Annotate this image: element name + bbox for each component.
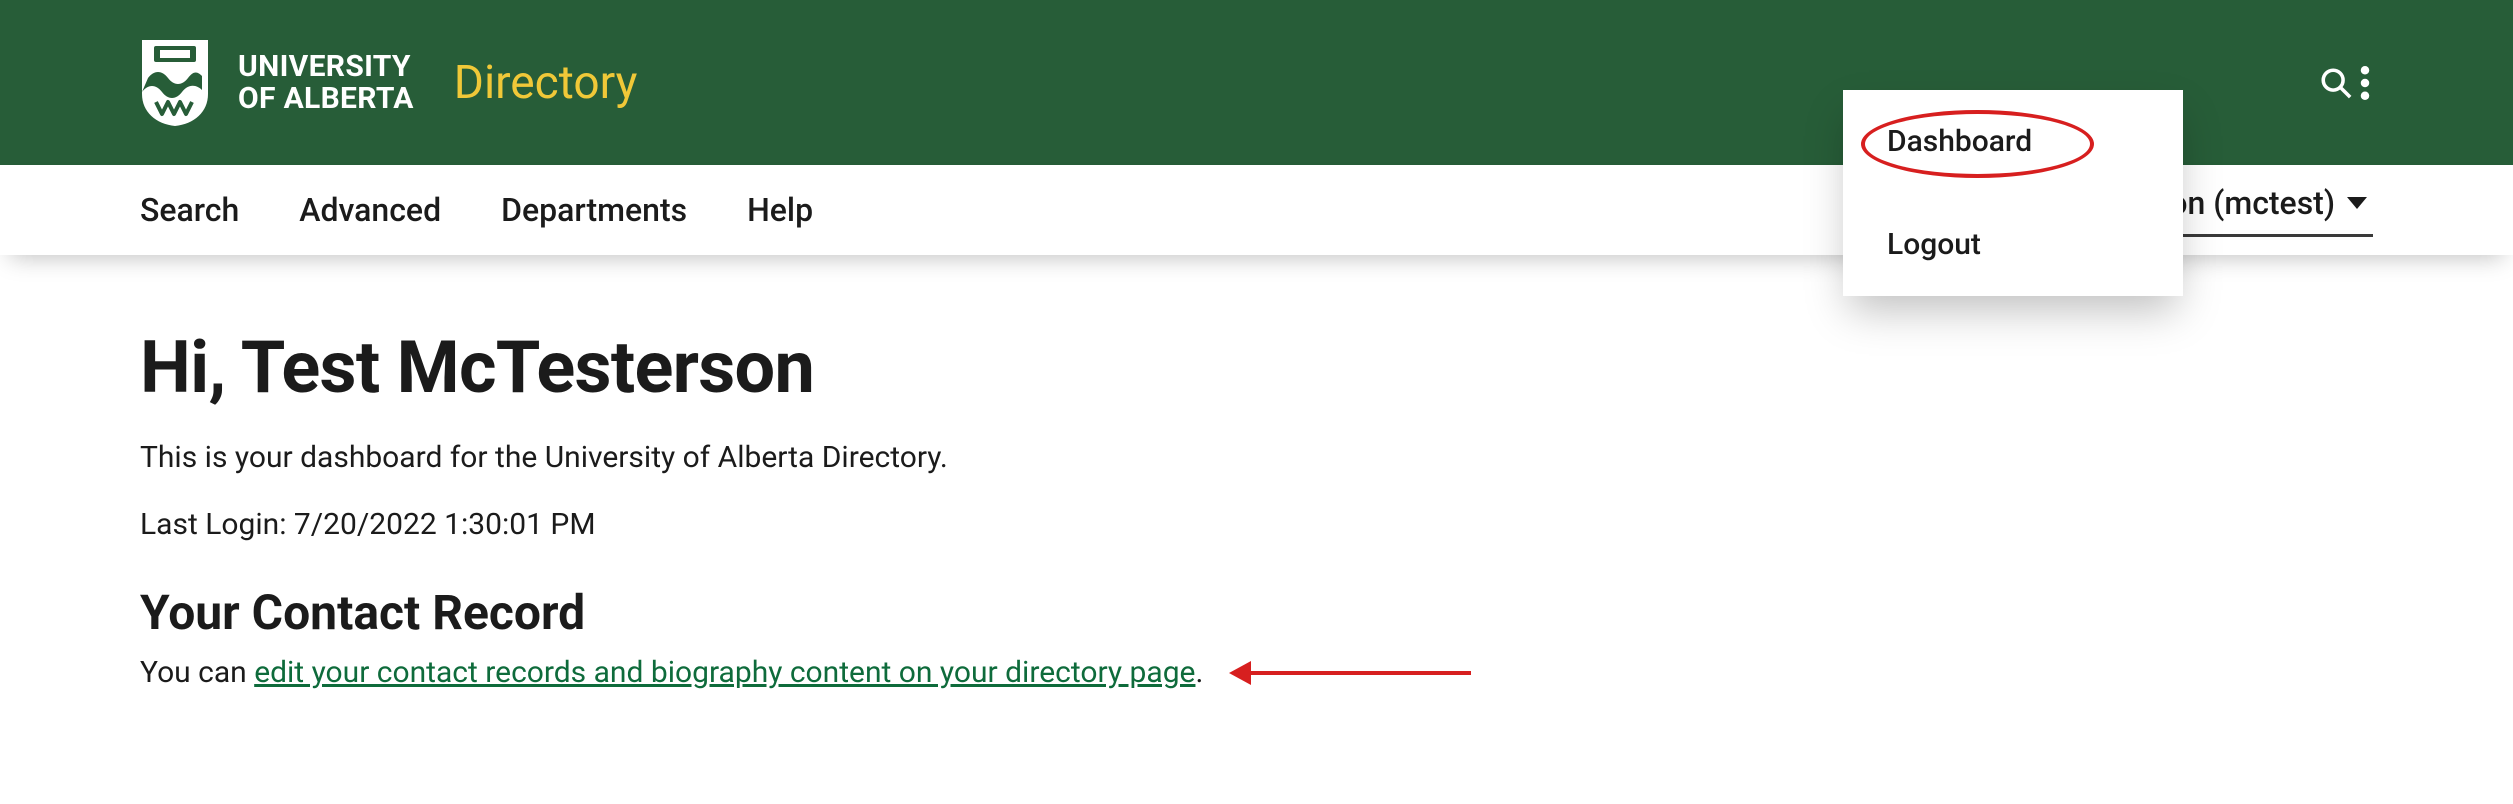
header-tools bbox=[2319, 66, 2373, 100]
page-intro: This is your dashboard for the Universit… bbox=[140, 440, 2373, 475]
arrow-head-icon bbox=[1229, 661, 1251, 685]
edit-contact-link[interactable]: edit your contact records and biography … bbox=[254, 655, 1195, 690]
dropdown-dashboard[interactable]: Dashboard bbox=[1843, 90, 2183, 193]
nav-help[interactable]: Help bbox=[747, 191, 813, 229]
page-content: Hi, Test McTesterson This is your dashbo… bbox=[0, 255, 2513, 690]
institution-name: UNIVERSITY OF ALBERTA bbox=[238, 51, 414, 114]
last-login: Last Login: 7/20/2022 1:30:01 PM bbox=[140, 507, 2373, 542]
record-suffix: . bbox=[1195, 655, 1203, 690]
last-login-value: 7/20/2022 1:30:01 PM bbox=[294, 507, 596, 542]
contact-record-line: You can edit your contact records and bi… bbox=[140, 655, 2373, 690]
user-dropdown: Dashboard Logout bbox=[1843, 90, 2183, 296]
arrow-line bbox=[1251, 671, 1471, 675]
uofa-shield-icon bbox=[140, 38, 210, 128]
search-icon[interactable] bbox=[2319, 66, 2353, 100]
brand-link[interactable]: UNIVERSITY OF ALBERTA bbox=[140, 38, 414, 128]
record-prefix: You can bbox=[140, 655, 254, 690]
contact-record-heading: Your Contact Record bbox=[140, 584, 2373, 641]
nav-search[interactable]: Search bbox=[140, 191, 239, 229]
chevron-down-icon bbox=[2347, 197, 2367, 209]
more-icon[interactable] bbox=[2357, 66, 2373, 100]
nav-left: Search Advanced Departments Help bbox=[140, 191, 813, 229]
app-title[interactable]: Directory bbox=[454, 56, 638, 110]
nav-advanced[interactable]: Advanced bbox=[299, 191, 441, 229]
last-login-label: Last Login: bbox=[140, 507, 294, 542]
page-title: Hi, Test McTesterson bbox=[140, 325, 2373, 410]
institution-line2: OF ALBERTA bbox=[238, 83, 414, 115]
nav-departments[interactable]: Departments bbox=[501, 191, 687, 229]
dropdown-logout[interactable]: Logout bbox=[1843, 193, 2183, 296]
institution-line1: UNIVERSITY bbox=[238, 51, 414, 83]
annotation-arrow bbox=[1229, 661, 1471, 685]
